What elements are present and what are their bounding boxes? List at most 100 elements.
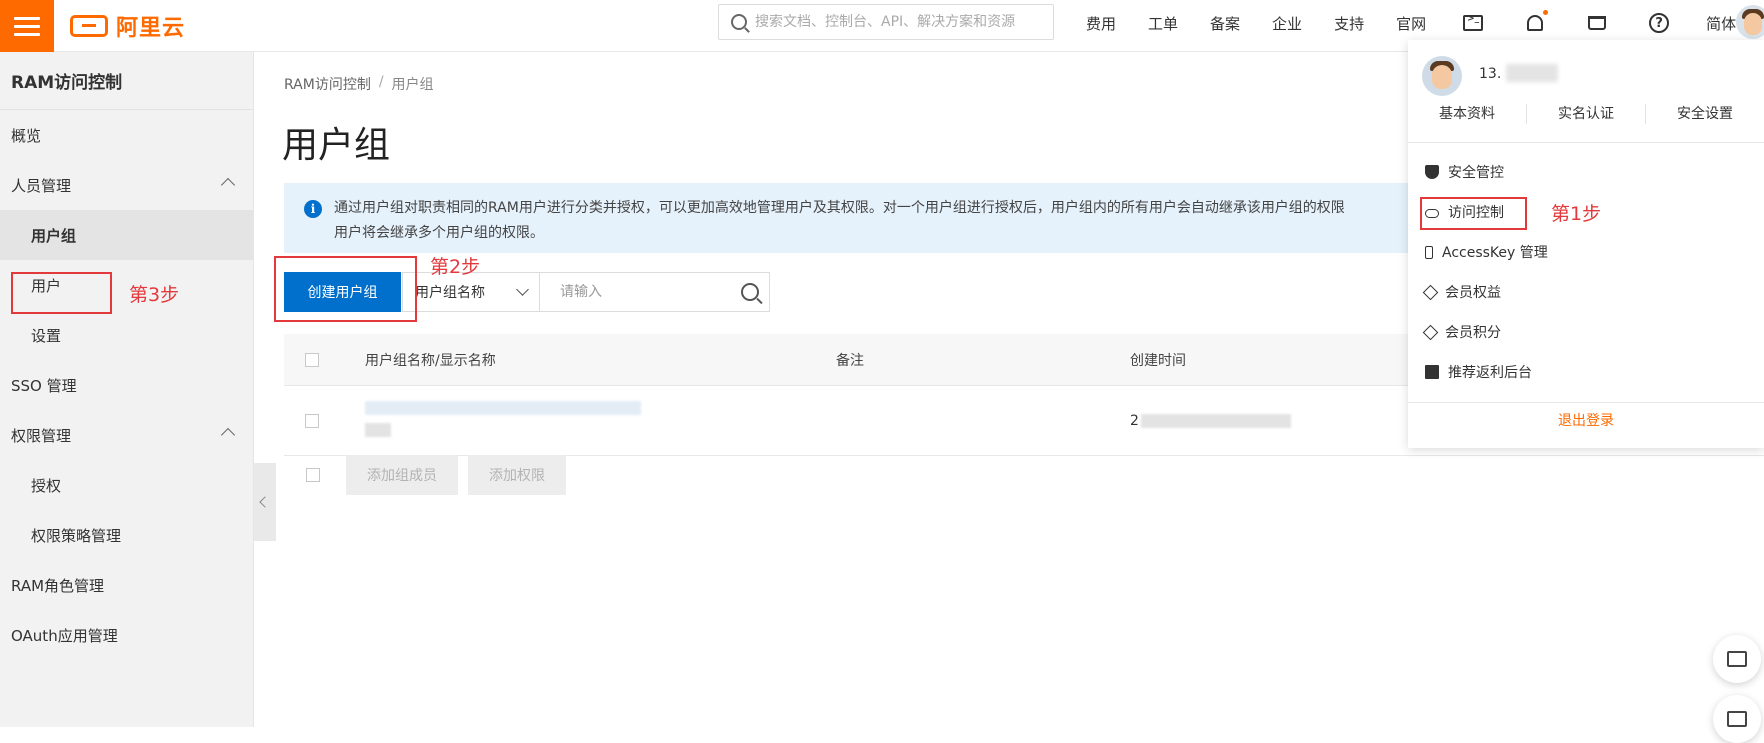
user-avatar-button[interactable] bbox=[1736, 5, 1764, 39]
floating-panel-button[interactable] bbox=[1713, 635, 1761, 683]
sidebar-title: RAM访问控制 bbox=[0, 52, 253, 110]
search-icon[interactable] bbox=[741, 283, 759, 301]
add-members-button[interactable]: 添加组成员 bbox=[346, 455, 458, 495]
filter-field-value: 用户组名称 bbox=[415, 285, 485, 301]
bulk-select-checkbox[interactable] bbox=[306, 468, 320, 482]
info-icon: i bbox=[304, 200, 322, 218]
account-menu: 13. 基本资料 实名认证 安全设置 安全管控 访问控制 AccessKey 管… bbox=[1408, 40, 1764, 448]
sidebar-item-oauth-apps[interactable]: OAuth应用管理 bbox=[0, 610, 253, 660]
sidebar-item-sso[interactable]: SSO 管理 bbox=[0, 360, 253, 410]
redacted-name bbox=[365, 401, 641, 415]
add-permissions-button[interactable]: 添加权限 bbox=[468, 455, 566, 495]
select-all-checkbox[interactable] bbox=[305, 352, 319, 367]
help-icon: ? bbox=[1649, 13, 1670, 33]
breadcrumb-root[interactable]: RAM访问控制 bbox=[284, 74, 371, 94]
sidebar-item-settings[interactable]: 设置 bbox=[0, 310, 253, 360]
sidebar-item-user-groups[interactable]: 用户组 bbox=[0, 210, 253, 260]
menu-item-label: 会员积分 bbox=[1445, 325, 1501, 341]
menu-item-label: 安全管控 bbox=[1448, 165, 1504, 181]
redacted-display-name bbox=[365, 423, 391, 437]
bulk-actions: 添加组成员 添加权限 bbox=[284, 455, 566, 495]
diamond-icon bbox=[1422, 324, 1439, 340]
book-icon bbox=[1425, 365, 1439, 379]
chevron-down-icon bbox=[516, 283, 529, 296]
step2-label: 第2步 bbox=[430, 256, 481, 278]
global-search-input[interactable] bbox=[755, 14, 1035, 30]
cart-icon bbox=[1588, 16, 1607, 30]
menu-item-member-benefits[interactable]: 会员权益 bbox=[1408, 272, 1764, 312]
floating-feedback-button[interactable] bbox=[1713, 695, 1761, 743]
link-profile[interactable]: 基本资料 bbox=[1408, 104, 1527, 124]
aliyun-logo[interactable]: 阿里云 bbox=[70, 10, 185, 42]
nav-fees[interactable]: 费用 bbox=[1070, 13, 1132, 34]
nav-icp[interactable]: 备案 bbox=[1194, 13, 1256, 34]
sidebar-item-label: 权限策略管理 bbox=[31, 526, 122, 545]
sidebar-item-label: 人员管理 bbox=[11, 176, 72, 195]
column-header-created: 创建时间 bbox=[1130, 352, 1186, 369]
redacted-time bbox=[1140, 413, 1291, 428]
link-real-name[interactable]: 实名认证 bbox=[1527, 104, 1646, 124]
step2-highlight-box bbox=[274, 256, 417, 322]
link-security-settings[interactable]: 安全设置 bbox=[1646, 104, 1764, 124]
nav-support[interactable]: 支持 bbox=[1318, 13, 1380, 34]
nav-official-site[interactable]: 官网 bbox=[1380, 13, 1442, 34]
sidebar-item-policies[interactable]: 权限策略管理 bbox=[0, 510, 253, 560]
avatar-face bbox=[1744, 13, 1762, 35]
menu-item-member-points[interactable]: 会员积分 bbox=[1408, 312, 1764, 352]
feedback-icon bbox=[1727, 711, 1747, 727]
sidebar-group-identities[interactable]: 人员管理 bbox=[0, 160, 253, 210]
sidebar-item-label: 授权 bbox=[31, 476, 62, 495]
sidebar-item-label: 概览 bbox=[11, 126, 42, 145]
step3-highlight-box bbox=[11, 272, 112, 314]
sidebar-item-label: SSO 管理 bbox=[11, 376, 77, 395]
filter-search-input[interactable] bbox=[560, 284, 730, 300]
breadcrumb-current: 用户组 bbox=[391, 77, 434, 93]
diamond-icon bbox=[1422, 284, 1439, 300]
redacted-phone bbox=[1506, 64, 1558, 82]
column-header-note: 备注 bbox=[836, 352, 864, 369]
breadcrumb: RAM访问控制 / 用户组 bbox=[284, 74, 434, 94]
sidebar-item-ram-roles[interactable]: RAM角色管理 bbox=[0, 560, 253, 610]
row-checkbox[interactable] bbox=[305, 413, 319, 428]
sidebar-group-permissions[interactable]: 权限管理 bbox=[0, 410, 253, 460]
logo-text: 阿里云 bbox=[116, 16, 186, 41]
step1-label: 第1步 bbox=[1551, 203, 1602, 225]
avatar-face bbox=[1432, 65, 1452, 89]
logout-button[interactable]: 退出登录 bbox=[1408, 410, 1764, 430]
account-avatar bbox=[1422, 56, 1462, 96]
nav-tickets[interactable]: 工单 bbox=[1132, 13, 1194, 34]
key-icon bbox=[1425, 245, 1433, 259]
page-title: 用户组 bbox=[282, 125, 391, 166]
created-time-redacted: 2 bbox=[1130, 413, 1291, 429]
menu-item-accesskey[interactable]: AccessKey 管理 bbox=[1408, 232, 1764, 272]
aliyun-logo-icon bbox=[70, 15, 108, 37]
step1-highlight-box bbox=[1420, 197, 1527, 230]
group-name-redacted[interactable] bbox=[365, 401, 641, 437]
sidebar: RAM访问控制 概览 人员管理 用户组 用户 设置 SSO 管理 权限管理 授权… bbox=[0, 52, 254, 727]
global-search[interactable] bbox=[718, 4, 1054, 40]
chevron-up-icon bbox=[220, 177, 236, 193]
sidebar-item-label: 权限管理 bbox=[11, 426, 72, 445]
account-menu-list: 安全管控 访问控制 AccessKey 管理 会员权益 会员积分 推荐返利后台 bbox=[1408, 152, 1764, 392]
chevron-up-icon bbox=[220, 427, 236, 443]
sidebar-item-overview[interactable]: 概览 bbox=[0, 110, 253, 160]
nav-enterprise[interactable]: 企业 bbox=[1256, 13, 1318, 34]
shield-icon bbox=[1425, 165, 1439, 179]
divider bbox=[1408, 402, 1764, 403]
terminal-icon bbox=[1463, 14, 1484, 31]
menu-item-label: 会员权益 bbox=[1445, 285, 1501, 301]
menu-icon[interactable] bbox=[0, 0, 54, 52]
search-icon bbox=[731, 14, 747, 30]
panel-icon bbox=[1727, 651, 1747, 667]
menu-item-referral[interactable]: 推荐返利后台 bbox=[1408, 352, 1764, 392]
breadcrumb-separator: / bbox=[378, 74, 384, 90]
column-header-name: 用户组名称/显示名称 bbox=[365, 352, 496, 369]
menu-item-label: AccessKey 管理 bbox=[1442, 245, 1548, 261]
filter-search-box bbox=[540, 272, 770, 312]
menu-item-label: 推荐返利后台 bbox=[1448, 365, 1532, 381]
sidebar-item-grants[interactable]: 授权 bbox=[0, 460, 253, 510]
menu-item-security-control[interactable]: 安全管控 bbox=[1408, 152, 1764, 192]
bell-icon bbox=[1527, 15, 1544, 31]
sidebar-item-label: 用户组 bbox=[31, 226, 77, 245]
sidebar-item-label: RAM角色管理 bbox=[11, 576, 105, 595]
